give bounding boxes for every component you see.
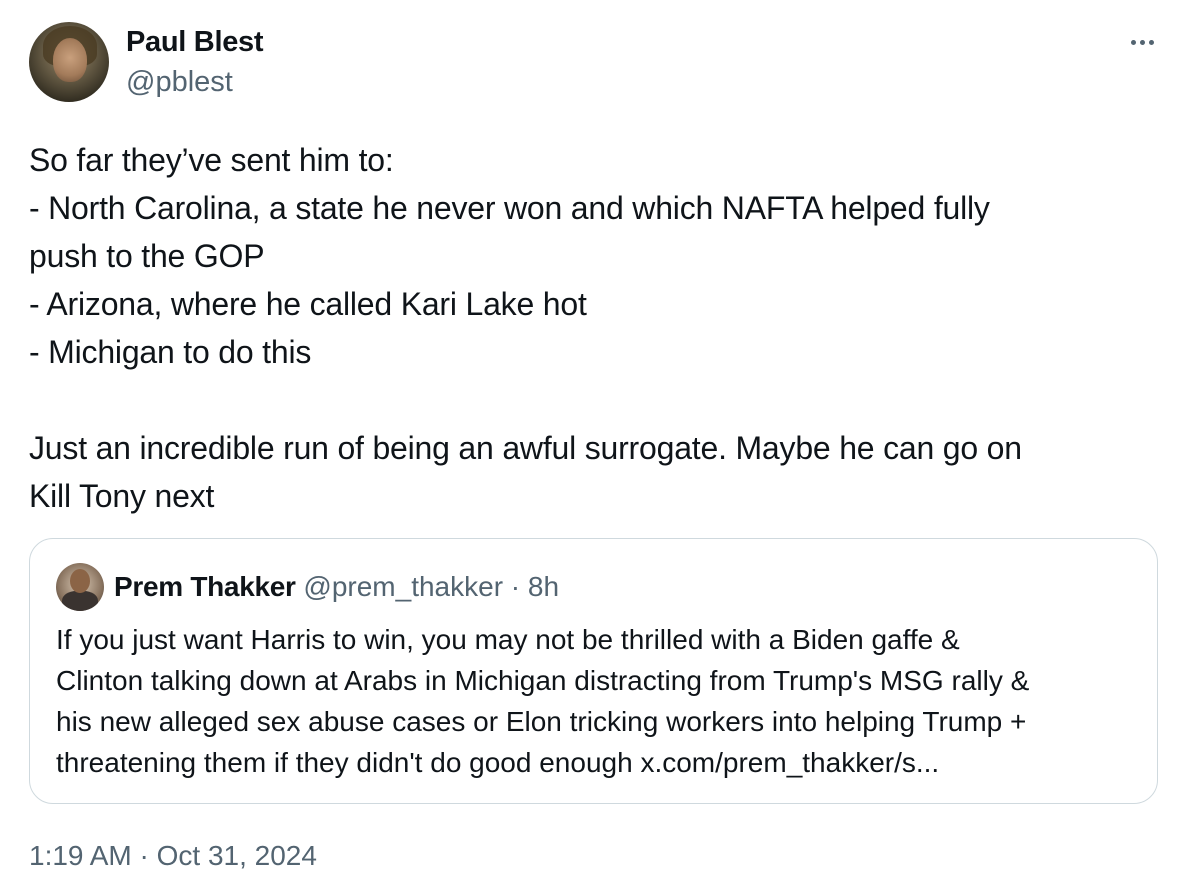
- tweet-line: Kill Tony next: [29, 478, 215, 514]
- quoted-separator: ·: [510, 571, 521, 602]
- tweet-line: push to the GOP: [29, 238, 265, 274]
- quoted-line: his new alleged sex abuse cases or Elon …: [56, 706, 1027, 737]
- more-dot: [1130, 39, 1136, 45]
- tweet-timestamp[interactable]: 1:19 AM · Oct 31, 2024: [29, 840, 317, 872]
- quoted-avatar-head: [70, 569, 90, 593]
- quoted-tweet-card[interactable]: Prem Thakker @prem_thakker · 8h If you j…: [29, 538, 1158, 804]
- quoted-time[interactable]: 8h: [528, 571, 559, 602]
- quoted-avatar-body: [62, 591, 98, 611]
- quoted-line: Clinton talking down at Arabs in Michiga…: [56, 665, 1030, 696]
- author-handle[interactable]: @pblest: [126, 66, 233, 99]
- tweet-line: - Michigan to do this: [29, 334, 312, 370]
- quoted-line: If you just want Harris to win, you may …: [56, 624, 960, 655]
- tweet-line: - Arizona, where he called Kari Lake hot: [29, 286, 587, 322]
- quoted-line: threatening them if they didn't do good …: [56, 747, 940, 778]
- quoted-tweet-text: If you just want Harris to win, you may …: [56, 619, 1146, 783]
- tweet-line: - North Carolina, a state he never won a…: [29, 190, 990, 226]
- quoted-author-name[interactable]: Prem Thakker: [114, 571, 296, 602]
- author-avatar[interactable]: [29, 22, 109, 102]
- tweet-line: So far they’ve sent him to:: [29, 142, 394, 178]
- avatar-face: [53, 38, 87, 82]
- more-dot: [1139, 39, 1145, 45]
- tweet-text: So far they’ve sent him to: - North Caro…: [29, 136, 1149, 520]
- quoted-tweet-header: Prem Thakker @prem_thakker · 8h: [114, 571, 559, 603]
- quoted-author-avatar[interactable]: [56, 563, 104, 611]
- tweet: Paul Blest @pblest So far they’ve sent h…: [0, 0, 1186, 884]
- more-options-icon[interactable]: [1120, 28, 1164, 56]
- tweet-line: Just an incredible run of being an awful…: [29, 430, 1022, 466]
- more-dot: [1148, 39, 1154, 45]
- quoted-author-handle[interactable]: @prem_thakker: [303, 571, 503, 602]
- author-name[interactable]: Paul Blest: [126, 26, 264, 59]
